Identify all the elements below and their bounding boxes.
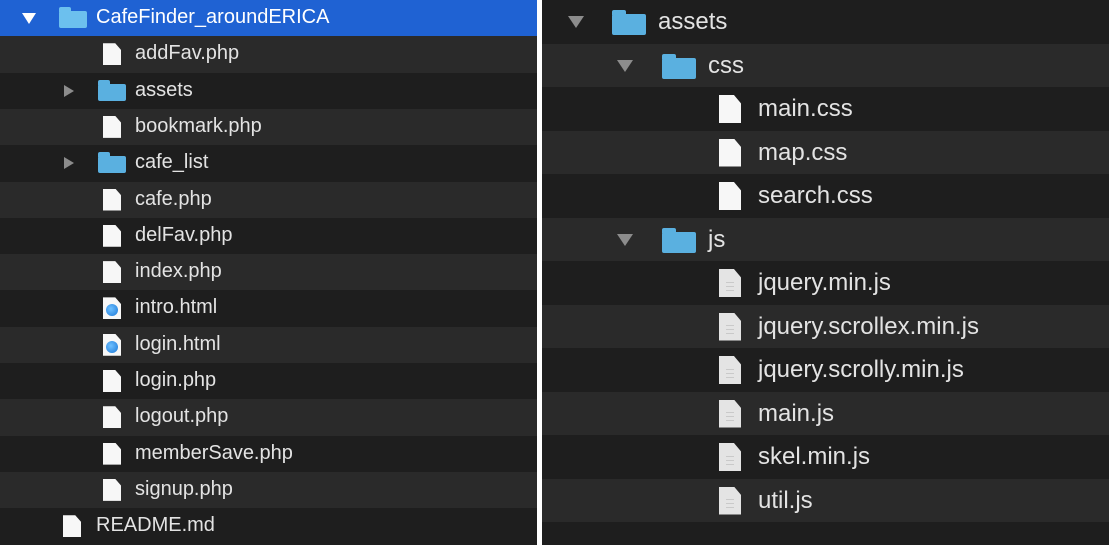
tree-row-label: memberSave.php bbox=[135, 441, 293, 464]
js-file-icon bbox=[719, 356, 741, 384]
tree-row-label: js bbox=[708, 225, 726, 253]
folder-icon bbox=[662, 53, 696, 79]
tree-row-file[interactable]: search.css bbox=[542, 174, 1109, 218]
tree-row-file[interactable]: logout.php bbox=[0, 399, 537, 436]
file-icon bbox=[103, 478, 121, 501]
disclosure-expanded-icon[interactable] bbox=[617, 233, 633, 246]
tree-row-file[interactable]: bookmark.php bbox=[0, 108, 537, 146]
tree-row-label: README.md bbox=[96, 514, 215, 537]
disclosure-expanded-icon[interactable] bbox=[617, 59, 633, 72]
tree-row-html-file[interactable]: intro.html bbox=[0, 290, 537, 326]
tree-row-label: assets bbox=[658, 8, 728, 35]
html-file-icon bbox=[103, 297, 121, 320]
tree-row-cafe-list-folder[interactable]: cafe_list bbox=[0, 145, 537, 181]
tree-row-label: logout.php bbox=[135, 405, 229, 428]
tree-row-js-file[interactable]: main.js bbox=[542, 391, 1109, 435]
tree-row-file[interactable]: delFav.php bbox=[0, 218, 537, 254]
tree-row-label: addFav.php bbox=[135, 42, 240, 65]
file-icon bbox=[719, 182, 741, 210]
disclosure-expanded-icon[interactable] bbox=[22, 13, 36, 24]
file-icon bbox=[103, 43, 121, 66]
tree-row-file[interactable]: README.md bbox=[0, 508, 537, 544]
tree-row-js-file[interactable]: jquery.min.js bbox=[542, 261, 1109, 305]
tree-row-label: assets bbox=[135, 78, 193, 101]
disclosure-expanded-icon[interactable] bbox=[568, 16, 584, 28]
file-icon bbox=[103, 406, 121, 429]
file-icon bbox=[103, 261, 121, 284]
tree-row-file[interactable]: index.php bbox=[0, 254, 537, 291]
tree-row-file[interactable]: main.css bbox=[542, 87, 1109, 131]
js-file-icon bbox=[719, 399, 741, 428]
tree-row-label: bookmark.php bbox=[135, 114, 262, 137]
tree-row-label: main.js bbox=[758, 399, 835, 427]
file-icon bbox=[63, 515, 81, 538]
tree-row-label: intro.html bbox=[135, 296, 218, 319]
tree-row-label: cafe.php bbox=[135, 187, 212, 210]
tree-row-file[interactable]: cafe.php bbox=[0, 181, 537, 218]
tree-row-label: delFav.php bbox=[135, 223, 233, 246]
tree-row-label: index.php bbox=[135, 260, 222, 283]
tree-row-file[interactable]: login.php bbox=[0, 363, 537, 399]
tree-row-label: jquery.min.js bbox=[758, 269, 891, 296]
js-file-icon bbox=[719, 486, 741, 515]
tree-row-label: jquery.scrolly.min.js bbox=[758, 356, 964, 383]
tree-row-assets-folder[interactable]: assets bbox=[542, 0, 1109, 44]
tree-row-label: map.css bbox=[758, 138, 848, 166]
disclosure-collapsed-icon[interactable] bbox=[64, 157, 74, 170]
tree-row-js-file[interactable]: util.js bbox=[542, 478, 1109, 522]
tree-row-label: search.css bbox=[758, 182, 873, 209]
tree-row-cafefinder-folder[interactable]: CafeFinder_aroundERICA bbox=[0, 0, 537, 37]
file-icon bbox=[103, 188, 121, 211]
folder-icon bbox=[98, 79, 126, 101]
tree-row-js-file[interactable]: skel.min.js bbox=[542, 435, 1109, 479]
tree-row-file[interactable]: memberSave.php bbox=[0, 436, 537, 472]
tree-row-js-folder[interactable]: js bbox=[542, 217, 1109, 261]
folder-icon bbox=[662, 227, 696, 253]
file-icon bbox=[103, 115, 121, 138]
tree-row-js-file[interactable]: jquery.scrollex.min.js bbox=[542, 304, 1109, 348]
tree-row-label: cafe_list bbox=[135, 151, 209, 174]
tree-row-label: login.php bbox=[135, 369, 217, 391]
disclosure-collapsed-icon[interactable] bbox=[64, 84, 74, 97]
file-icon bbox=[103, 442, 121, 465]
tree-row-label: util.js bbox=[758, 486, 813, 514]
tree-row-label: jquery.scrollex.min.js bbox=[758, 312, 979, 340]
tree-row-label: skel.min.js bbox=[758, 443, 871, 470]
tree-row-label: css bbox=[708, 51, 744, 79]
js-file-icon bbox=[719, 269, 741, 297]
left-file-tree: CafeFinder_aroundERICA addFav.php assets… bbox=[0, 0, 537, 545]
tree-row-label: CafeFinder_aroundERICA bbox=[96, 6, 330, 28]
tree-row-html-file[interactable]: login.html bbox=[0, 326, 537, 363]
js-file-icon bbox=[719, 312, 741, 341]
tree-row-assets-folder[interactable]: assets bbox=[0, 73, 537, 109]
tree-row-label: main.css bbox=[758, 95, 853, 122]
html-file-icon bbox=[103, 333, 121, 356]
tree-row-file[interactable]: addFav.php bbox=[0, 36, 537, 73]
tree-row-file[interactable]: signup.php bbox=[0, 471, 537, 509]
tree-row-label: signup.php bbox=[135, 477, 233, 500]
tree-row-css-folder[interactable]: css bbox=[542, 43, 1109, 87]
folder-icon bbox=[59, 7, 87, 28]
js-file-icon bbox=[719, 443, 741, 471]
folder-icon bbox=[612, 10, 646, 35]
right-file-tree: assets css main.css map.css search.css j… bbox=[542, 0, 1109, 545]
tree-row-label: login.html bbox=[135, 332, 221, 355]
file-icon bbox=[103, 370, 121, 392]
folder-icon bbox=[98, 152, 126, 174]
tree-row-file[interactable]: map.css bbox=[542, 130, 1109, 174]
file-icon bbox=[719, 138, 741, 167]
file-icon bbox=[719, 95, 741, 123]
file-icon bbox=[103, 224, 121, 247]
tree-row-js-file[interactable]: jquery.scrolly.min.js bbox=[542, 348, 1109, 392]
